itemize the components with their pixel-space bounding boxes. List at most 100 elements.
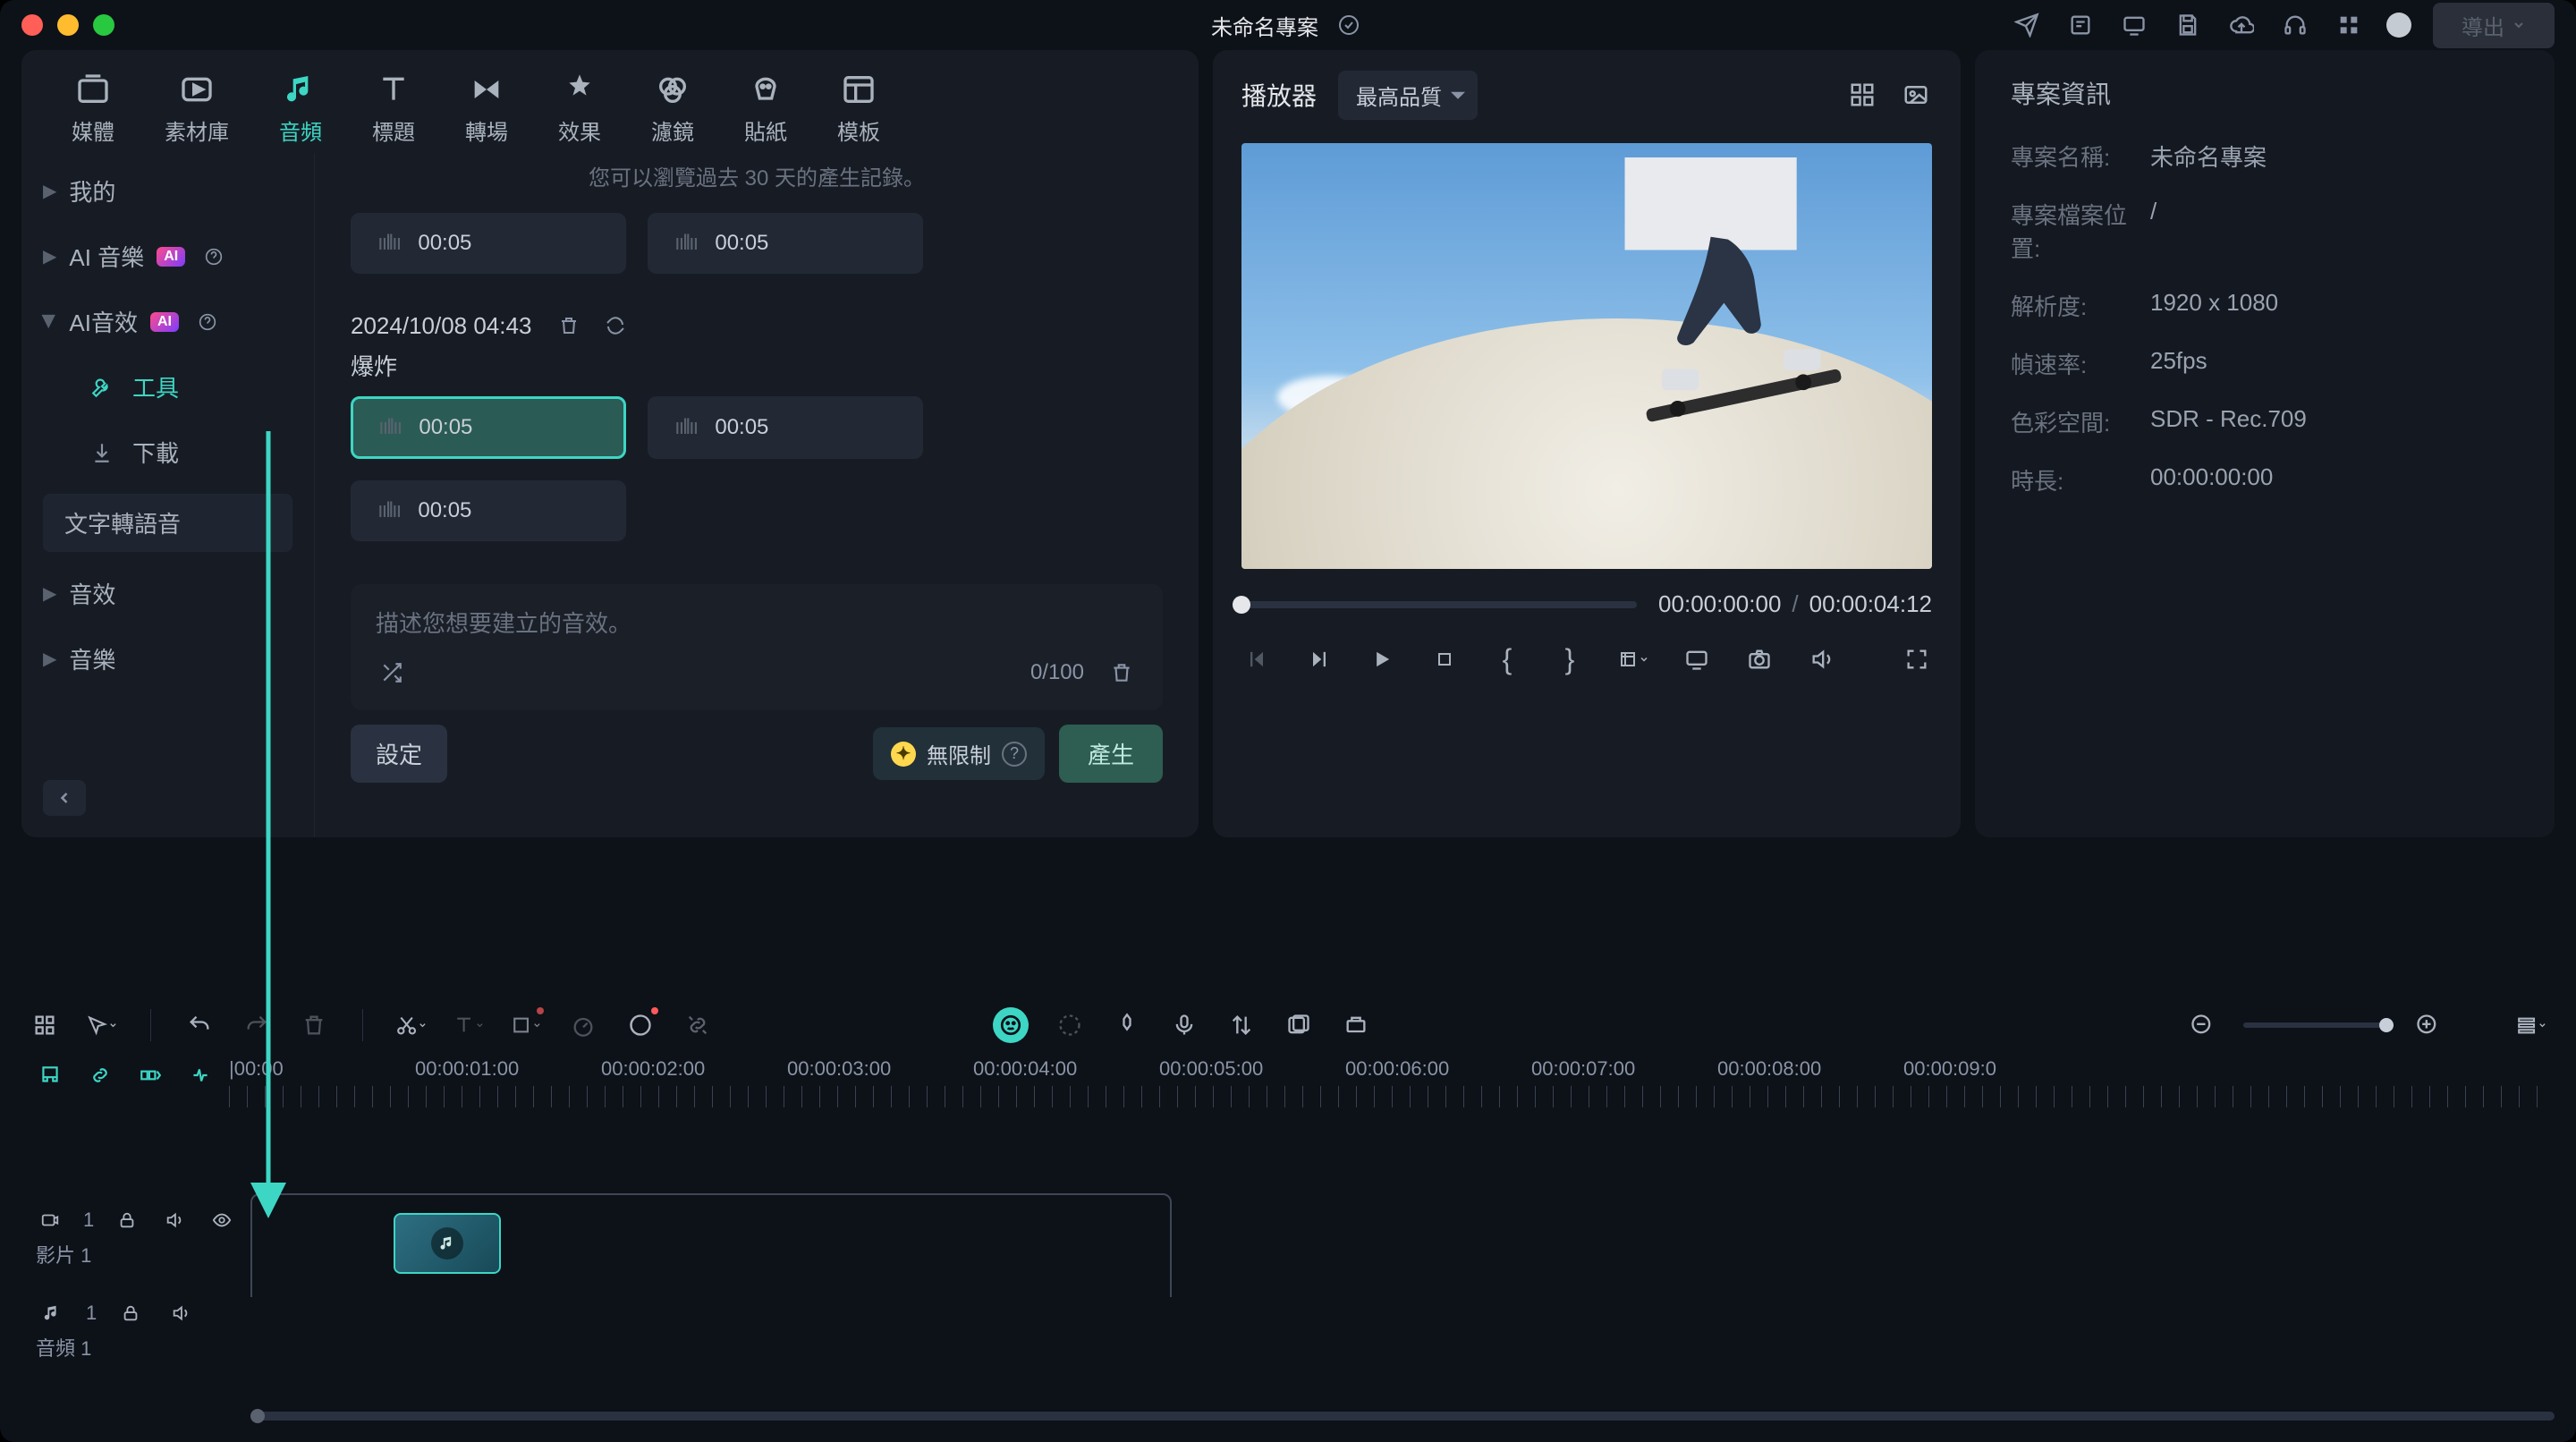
select-tool-icon[interactable] (29, 1009, 61, 1041)
tab-titles[interactable]: 標題 (372, 72, 415, 146)
tab-audio[interactable]: 音頻 (279, 72, 322, 146)
help-icon[interactable] (191, 306, 224, 338)
cut-icon[interactable] (395, 1009, 428, 1041)
snapshot-icon[interactable] (1900, 79, 1932, 111)
clear-prompt-icon[interactable] (1106, 657, 1138, 689)
volume-icon[interactable] (1807, 643, 1837, 675)
audio-clip-chip[interactable]: ııllıı 00:05 (351, 480, 626, 541)
ai-assistant-button[interactable] (993, 1007, 1029, 1043)
tab-templates[interactable]: 模板 (837, 72, 880, 146)
lock-icon[interactable] (114, 1297, 147, 1329)
headphones-icon[interactable] (2279, 9, 2311, 41)
minimize-window-icon[interactable] (57, 14, 79, 36)
lock-icon[interactable] (112, 1204, 141, 1236)
audio-track-lane[interactable] (250, 1297, 2555, 1404)
history-icon[interactable] (2064, 9, 2097, 41)
shuffle-icon[interactable] (376, 657, 408, 689)
stop-icon[interactable] (1429, 643, 1460, 675)
send-icon[interactable] (2011, 9, 2043, 41)
apps-grid-icon[interactable] (2333, 9, 2365, 41)
play-icon[interactable] (1367, 643, 1397, 675)
avatar[interactable] (2386, 13, 2411, 38)
prev-frame-icon[interactable] (1241, 643, 1272, 675)
magnet-icon[interactable] (34, 1059, 66, 1091)
sidebar-item-music[interactable]: ▶ 音樂 (21, 628, 314, 690)
track-options-icon[interactable] (2515, 1009, 2547, 1041)
text-tool-icon[interactable] (453, 1009, 485, 1041)
zoom-slider[interactable] (2243, 1022, 2386, 1028)
audio-clip-chip[interactable]: ııllıı 00:05 (351, 213, 626, 274)
zoom-out-icon[interactable] (2186, 1009, 2218, 1041)
crop-tool-icon[interactable] (510, 1009, 542, 1041)
total-time: 00:00:04:12 (1809, 590, 1932, 618)
regenerate-icon[interactable] (599, 310, 631, 342)
tab-filters[interactable]: 濾鏡 (651, 72, 694, 146)
camera-icon[interactable] (1744, 643, 1775, 675)
quality-dropdown[interactable]: 最高品質 (1338, 71, 1478, 120)
delete-generation-icon[interactable] (553, 310, 585, 342)
prompt-input[interactable]: 描述您想要建立的音效。 (376, 606, 1138, 639)
link-icon[interactable] (84, 1059, 116, 1091)
voiceover-icon[interactable] (1168, 1009, 1200, 1041)
display-icon[interactable] (2118, 9, 2150, 41)
help-icon[interactable] (198, 241, 230, 273)
color-tool-icon[interactable] (624, 1009, 657, 1041)
mute-track-icon[interactable] (165, 1297, 197, 1329)
crop-ratio-icon[interactable] (1617, 643, 1649, 675)
audio-mixer-icon[interactable] (1225, 1009, 1258, 1041)
audio-clip-on-track[interactable] (394, 1213, 501, 1274)
delete-icon[interactable] (298, 1009, 330, 1041)
save-icon[interactable] (2172, 9, 2204, 41)
fullscreen-icon[interactable] (1902, 643, 1932, 675)
tab-transitions[interactable]: 轉場 (465, 72, 508, 146)
tab-effects[interactable]: 效果 (558, 72, 601, 146)
grid-layout-icon[interactable] (1846, 79, 1878, 111)
audio-clip-chip[interactable]: ııllıı 00:05 (648, 213, 923, 274)
generate-button[interactable]: 產生 (1059, 725, 1163, 783)
keyframe-icon[interactable] (1340, 1009, 1372, 1041)
sidebar-item-mine[interactable]: ▶ 我的 (21, 160, 314, 222)
redo-icon[interactable] (241, 1009, 273, 1041)
monitor-out-icon[interactable] (1682, 643, 1712, 675)
unlimited-pill[interactable]: ✦ 無限制 ? (873, 727, 1045, 780)
scrub-handle[interactable] (1233, 596, 1250, 614)
maximize-window-icon[interactable] (93, 14, 114, 36)
sidebar-item-ai-sfx[interactable]: ▶ AI音效 AI (21, 291, 314, 352)
sidebar-item-tts[interactable]: 文字轉語音 (43, 494, 292, 552)
tab-media[interactable]: 媒體 (72, 72, 114, 146)
marker-icon[interactable] (1111, 1009, 1143, 1041)
scrub-track[interactable] (1241, 601, 1637, 608)
help-icon[interactable]: ? (1002, 742, 1027, 767)
export-button[interactable]: 導出 (2433, 3, 2555, 48)
time-ruler[interactable]: |00:00 00:00:01:00 00:00:02:00 00:00:03:… (229, 1054, 2555, 1111)
auto-ripple-icon[interactable] (184, 1059, 216, 1091)
tab-stickers[interactable]: 貼紙 (744, 72, 787, 146)
audio-clip-chip-selected[interactable]: ııllıı 00:05 (351, 396, 626, 459)
ripple-icon[interactable] (134, 1059, 166, 1091)
undo-icon[interactable] (183, 1009, 216, 1041)
unlink-icon[interactable] (682, 1009, 714, 1041)
sidebar-item-ai-music[interactable]: ▶ AI 音樂 AI (21, 225, 314, 287)
sidebar-item-sfx[interactable]: ▶ 音效 (21, 563, 314, 624)
timeline-horizontal-scrollbar[interactable] (250, 1412, 2555, 1421)
auto-enhance-icon[interactable] (1054, 1009, 1086, 1041)
speed-icon[interactable] (567, 1009, 599, 1041)
play-next-icon[interactable] (1304, 643, 1335, 675)
mark-out-icon[interactable]: } (1555, 643, 1585, 675)
add-media-icon[interactable] (1283, 1009, 1315, 1041)
pointer-tool-icon[interactable] (86, 1009, 118, 1041)
collapse-sidebar-button[interactable] (43, 780, 86, 816)
close-window-icon[interactable] (21, 14, 43, 36)
sidebar-sub-download[interactable]: 下載 (21, 421, 314, 483)
mark-in-icon[interactable]: { (1492, 643, 1522, 675)
zoom-in-icon[interactable] (2411, 1009, 2444, 1041)
preview-viewport[interactable] (1241, 143, 1932, 569)
settings-button[interactable]: 設定 (351, 725, 447, 783)
audio-clip-chip[interactable]: ııllıı 00:05 (648, 396, 923, 459)
video-track-lane[interactable] (250, 1190, 2555, 1297)
cloud-upload-icon[interactable] (2225, 9, 2258, 41)
mute-track-icon[interactable] (159, 1204, 189, 1236)
sidebar-sub-tool[interactable]: 工具 (21, 356, 314, 418)
visibility-icon[interactable] (207, 1204, 236, 1236)
tab-stock[interactable]: 素材庫 (165, 72, 229, 146)
